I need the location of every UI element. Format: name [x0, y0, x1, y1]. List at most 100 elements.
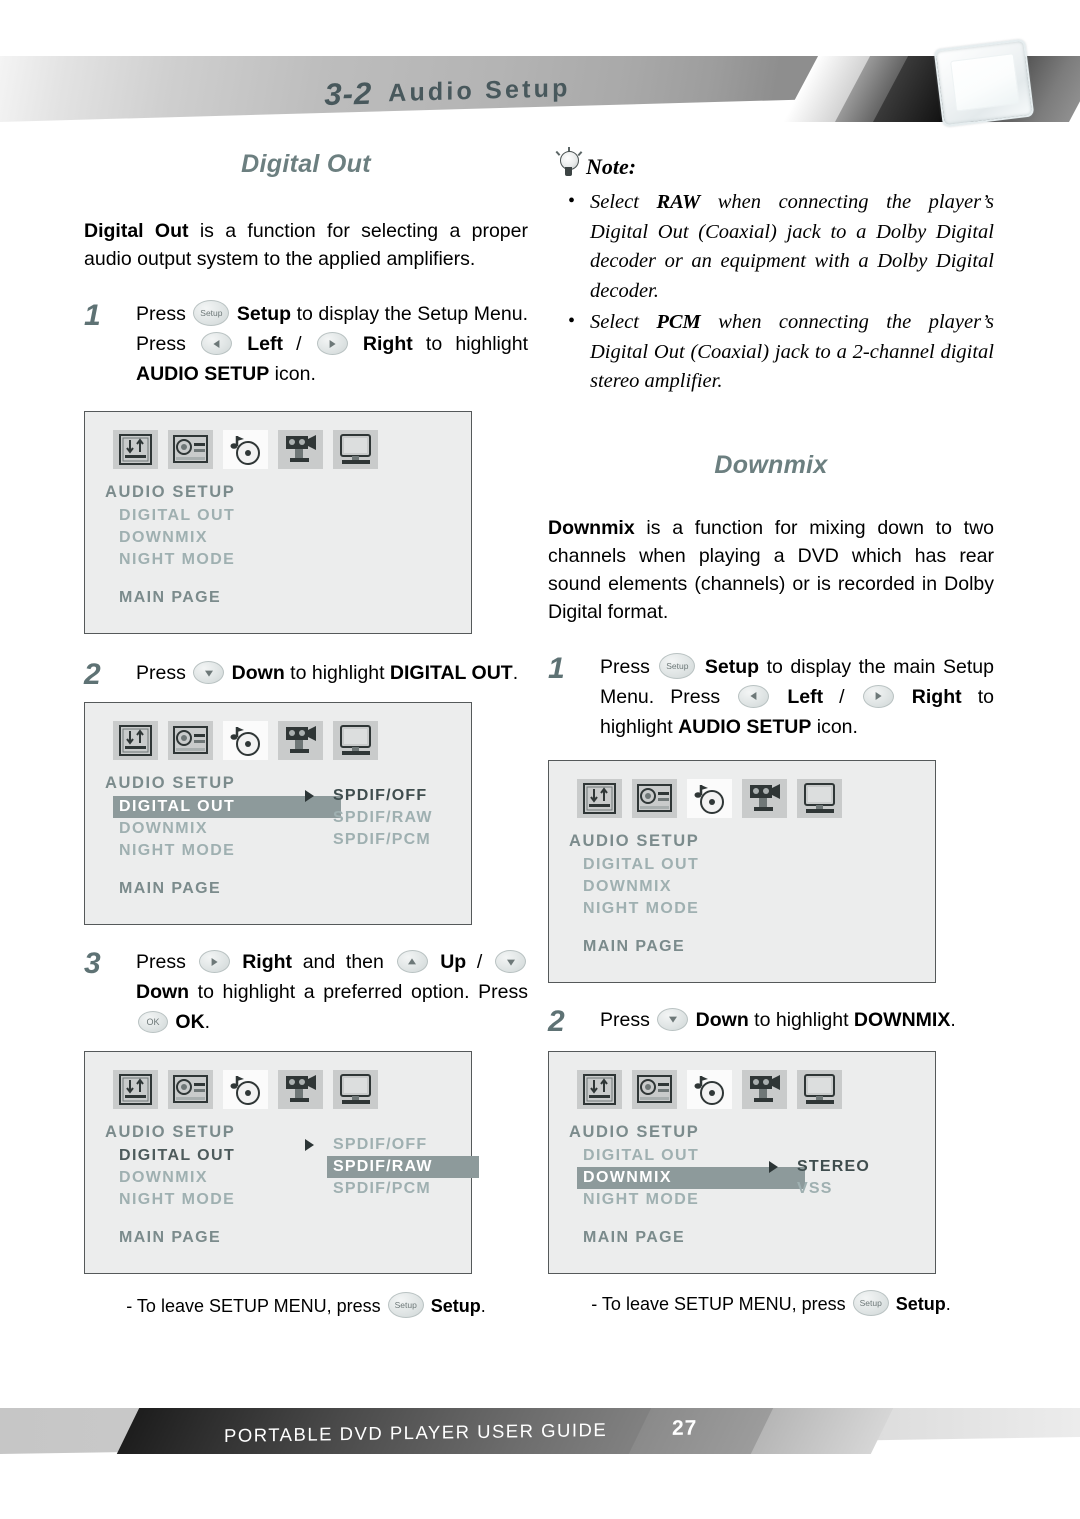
- emphasis-text: Down: [226, 662, 285, 684]
- intro-bold-term: Digital Out: [84, 220, 189, 242]
- left-column: Digital Out Digital Out is a function fo…: [84, 150, 528, 1319]
- osd-option-item[interactable]: SPDIF/OFF: [333, 1134, 483, 1156]
- osd-option-item[interactable]: VSS: [797, 1178, 947, 1200]
- osd-option-item[interactable]: SPDIF/RAW: [327, 1156, 483, 1178]
- bulb-ray: [577, 151, 583, 156]
- osd-option-column: SPDIF/OFF SPDIF/RAW SPDIF/PCM: [305, 1134, 483, 1200]
- osd-icon-row: [85, 426, 471, 469]
- arrow-glyph: [329, 339, 336, 348]
- emphasis-text: Down: [690, 1008, 749, 1031]
- intro-bold-term: Downmix: [548, 516, 635, 539]
- speaker-setup-icon[interactable]: [168, 430, 213, 469]
- right-step-1: 1 Press Setup Setup to display the main …: [548, 652, 994, 742]
- osd-option-label: SPDIF/RAW: [333, 809, 433, 826]
- note-text: Select: [590, 191, 657, 213]
- osd-menu-item[interactable]: DIGITAL OUT: [569, 854, 935, 876]
- osd-option-label: SPDIF/OFF: [333, 787, 428, 804]
- general-setup-icon[interactable]: [113, 430, 158, 469]
- left-arrow-key-icon: [201, 332, 233, 355]
- osd-main-page-item[interactable]: MAIN PAGE: [569, 938, 935, 956]
- arrow-glyph: [408, 957, 417, 964]
- setup-key-icon: Setup: [852, 1289, 889, 1316]
- speaker-setup-icon[interactable]: [168, 721, 213, 760]
- display-setup-icon[interactable]: [797, 778, 842, 818]
- audio-setup-icon[interactable]: [223, 721, 268, 760]
- osd-option-item[interactable]: SPDIF/RAW: [333, 807, 483, 829]
- plain-text: to highlight: [748, 1008, 854, 1031]
- osd-menu: AUDIO SETUP DIGITAL OUT DOWNMIX NIGHT MODE M…: [85, 760, 471, 924]
- arrow-glyph: [212, 339, 219, 348]
- down-arrow-key-icon: [193, 661, 225, 684]
- general-setup-icon[interactable]: [113, 721, 158, 760]
- osd-option-item[interactable]: SPDIF/PCM: [333, 1178, 483, 1200]
- osd-main-page-item[interactable]: MAIN PAGE: [569, 1229, 935, 1247]
- speaker-setup-icon[interactable]: [632, 1069, 677, 1109]
- audio-setup-icon[interactable]: [223, 1070, 268, 1109]
- general-setup-icon[interactable]: [113, 1070, 158, 1109]
- audio-setup-icon[interactable]: [223, 430, 268, 469]
- osd-menu-item-label: DIGITAL OUT: [583, 855, 700, 873]
- emphasis-text: Right: [895, 685, 962, 708]
- note-header: Note:: [548, 147, 994, 184]
- osd-main-page-item[interactable]: MAIN PAGE: [105, 589, 471, 607]
- osd-option-item[interactable]: SPDIF/PCM: [333, 829, 483, 851]
- portable-dvd-player-icon: [933, 38, 1035, 128]
- note-block: Note: Select RAW when connecting the pla…: [548, 147, 994, 397]
- display-setup-icon[interactable]: [333, 1070, 378, 1109]
- step-number: 3: [84, 947, 101, 980]
- plain-text: to highlight: [284, 662, 390, 684]
- video-setup-icon[interactable]: [278, 721, 323, 760]
- key-label: Setup: [666, 660, 689, 671]
- osd-menu-item-label: NIGHT MODE: [583, 1190, 700, 1208]
- down-arrow-key-icon: [657, 1007, 689, 1031]
- video-setup-icon[interactable]: [278, 1070, 323, 1109]
- leave-note-key-name: Setup: [890, 1293, 946, 1314]
- osd-option-item[interactable]: SPDIF/OFF: [333, 785, 483, 807]
- emphasis-text: Left: [234, 333, 283, 355]
- general-setup-icon[interactable]: [577, 778, 622, 818]
- video-setup-icon[interactable]: [742, 1069, 787, 1109]
- audio-setup-icon[interactable]: [687, 778, 732, 818]
- osd-main-page-item[interactable]: MAIN PAGE: [105, 880, 471, 898]
- digital-out-heading: Digital Out: [241, 150, 371, 178]
- osd-menu-item-label: DIGITAL OUT: [119, 1147, 236, 1164]
- osd-menu-item[interactable]: NIGHT MODE: [105, 549, 471, 571]
- emphasis-text: Up: [429, 951, 467, 973]
- osd-menu-item-label: DOWNMIX: [583, 1168, 672, 1186]
- step-text: Press Setup Setup to display the Setup M…: [136, 299, 528, 389]
- osd-menu-item[interactable]: DIGITAL OUT: [105, 505, 471, 527]
- display-setup-icon[interactable]: [797, 1069, 842, 1109]
- display-setup-icon[interactable]: [333, 430, 378, 469]
- osd-screen-digital-out-highlight: AUDIO SETUP DIGITAL OUT DOWNMIX NIGHT MODE M…: [84, 702, 472, 925]
- general-setup-icon[interactable]: [577, 1069, 622, 1109]
- display-setup-icon[interactable]: [333, 721, 378, 760]
- step-number: 1: [548, 651, 565, 685]
- speaker-setup-icon[interactable]: [168, 1070, 213, 1109]
- footer-text-group: PORTABLE DVD PLAYER USER GUIDE 27: [0, 1408, 1080, 1454]
- audio-setup-icon[interactable]: [687, 1069, 732, 1109]
- plain-text: Press: [136, 951, 197, 973]
- osd-menu-item[interactable]: NIGHT MODE: [569, 898, 935, 920]
- osd-option-label: VSS: [797, 1179, 833, 1197]
- video-setup-icon[interactable]: [278, 430, 323, 469]
- osd-main-page-item[interactable]: MAIN PAGE: [105, 1229, 471, 1247]
- lightbulb-icon: [552, 147, 586, 184]
- osd-option-label: SPDIF/OFF: [333, 1136, 428, 1153]
- osd-menu-item[interactable]: DOWNMIX: [105, 527, 471, 549]
- note-items: Select RAW when connecting the player’s …: [548, 187, 994, 397]
- osd-option-item[interactable]: STEREO: [797, 1156, 947, 1178]
- video-setup-icon[interactable]: [742, 778, 787, 818]
- arrow-glyph: [668, 1016, 677, 1023]
- arrow-glyph: [211, 957, 218, 966]
- step-text: Press Down to highlight DOWNMIX.: [600, 1005, 994, 1035]
- osd-menu-item[interactable]: DOWNMIX: [569, 876, 935, 898]
- osd-screen-downmix-highlight: AUDIO SETUP DIGITAL OUT DOWNMIX NIGHT MODE M…: [548, 1050, 936, 1274]
- option-pointer-icon: [769, 1160, 778, 1173]
- page-header-banner: 3-2 Audio Setup: [0, 56, 1080, 122]
- emphasis-text: Setup: [697, 655, 760, 678]
- emphasis-text: Down: [136, 981, 190, 1003]
- osd-icon-row: [85, 1066, 471, 1109]
- speaker-setup-icon[interactable]: [632, 778, 677, 818]
- arrow-glyph: [506, 959, 515, 966]
- right-step-2: 2 Press Down to highlight DOWNMIX.: [548, 1005, 994, 1037]
